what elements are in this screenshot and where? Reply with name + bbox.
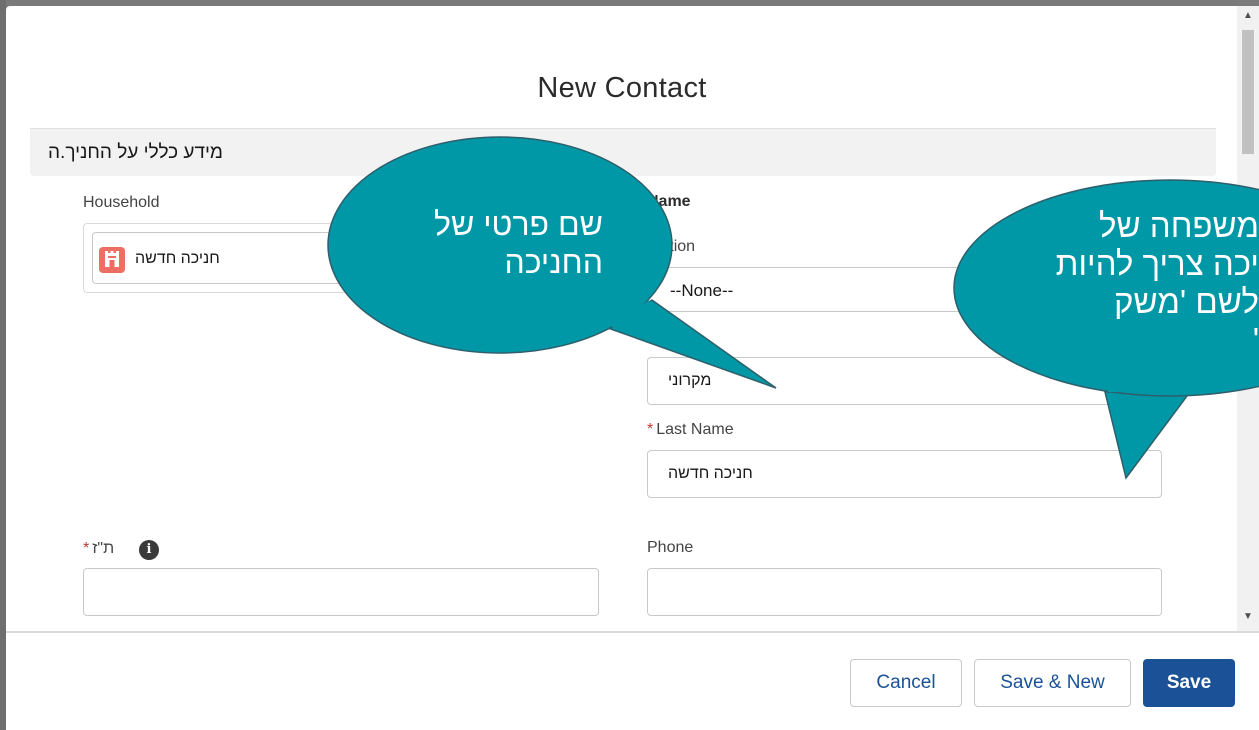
id-label-text: ת"ז bbox=[92, 540, 115, 557]
callout-left-text: שם פרטי של החניכה bbox=[0, 205, 603, 281]
phone-label: Phone bbox=[647, 539, 694, 556]
last-name-value: חניכה חדשה bbox=[668, 465, 753, 482]
first-name-value: מקרוני bbox=[668, 372, 712, 389]
callout-right-line-2: יכה צריך להיות bbox=[1055, 245, 1259, 282]
last-name-label: * Last Name bbox=[647, 421, 734, 439]
id-input[interactable] bbox=[83, 568, 599, 616]
callout-left-line-2: החניכה bbox=[504, 244, 603, 280]
salutation-label: utation bbox=[647, 238, 696, 255]
required-mark: * bbox=[647, 421, 654, 438]
callout-left-line-1: שם פרטי של bbox=[434, 206, 603, 242]
callout-right-line-4: ' bbox=[1252, 321, 1259, 358]
info-icon[interactable]: i bbox=[139, 540, 159, 560]
first-name-label: me bbox=[647, 328, 670, 345]
callout-right-clip: משפחה של יכה צריך להיות לשם 'משק ' bbox=[960, 0, 1259, 730]
name-heading: Name bbox=[647, 193, 691, 210]
id-label: * ת"ז bbox=[83, 540, 114, 558]
callout-right-text: משפחה של יכה צריך להיות לשם 'משק ' bbox=[1056, 207, 1259, 359]
section-title: מידע כללי על החניך.ה bbox=[48, 142, 223, 163]
callout-right-line-1: משפחה של bbox=[1099, 207, 1259, 244]
id-required-mark: * bbox=[83, 540, 90, 557]
callout-right-line-3: לשם 'משק bbox=[1113, 283, 1259, 320]
last-name-label-text: Last Name bbox=[656, 421, 734, 438]
cancel-button[interactable]: Cancel bbox=[850, 659, 962, 707]
salutation-value: --None-- bbox=[670, 281, 734, 300]
